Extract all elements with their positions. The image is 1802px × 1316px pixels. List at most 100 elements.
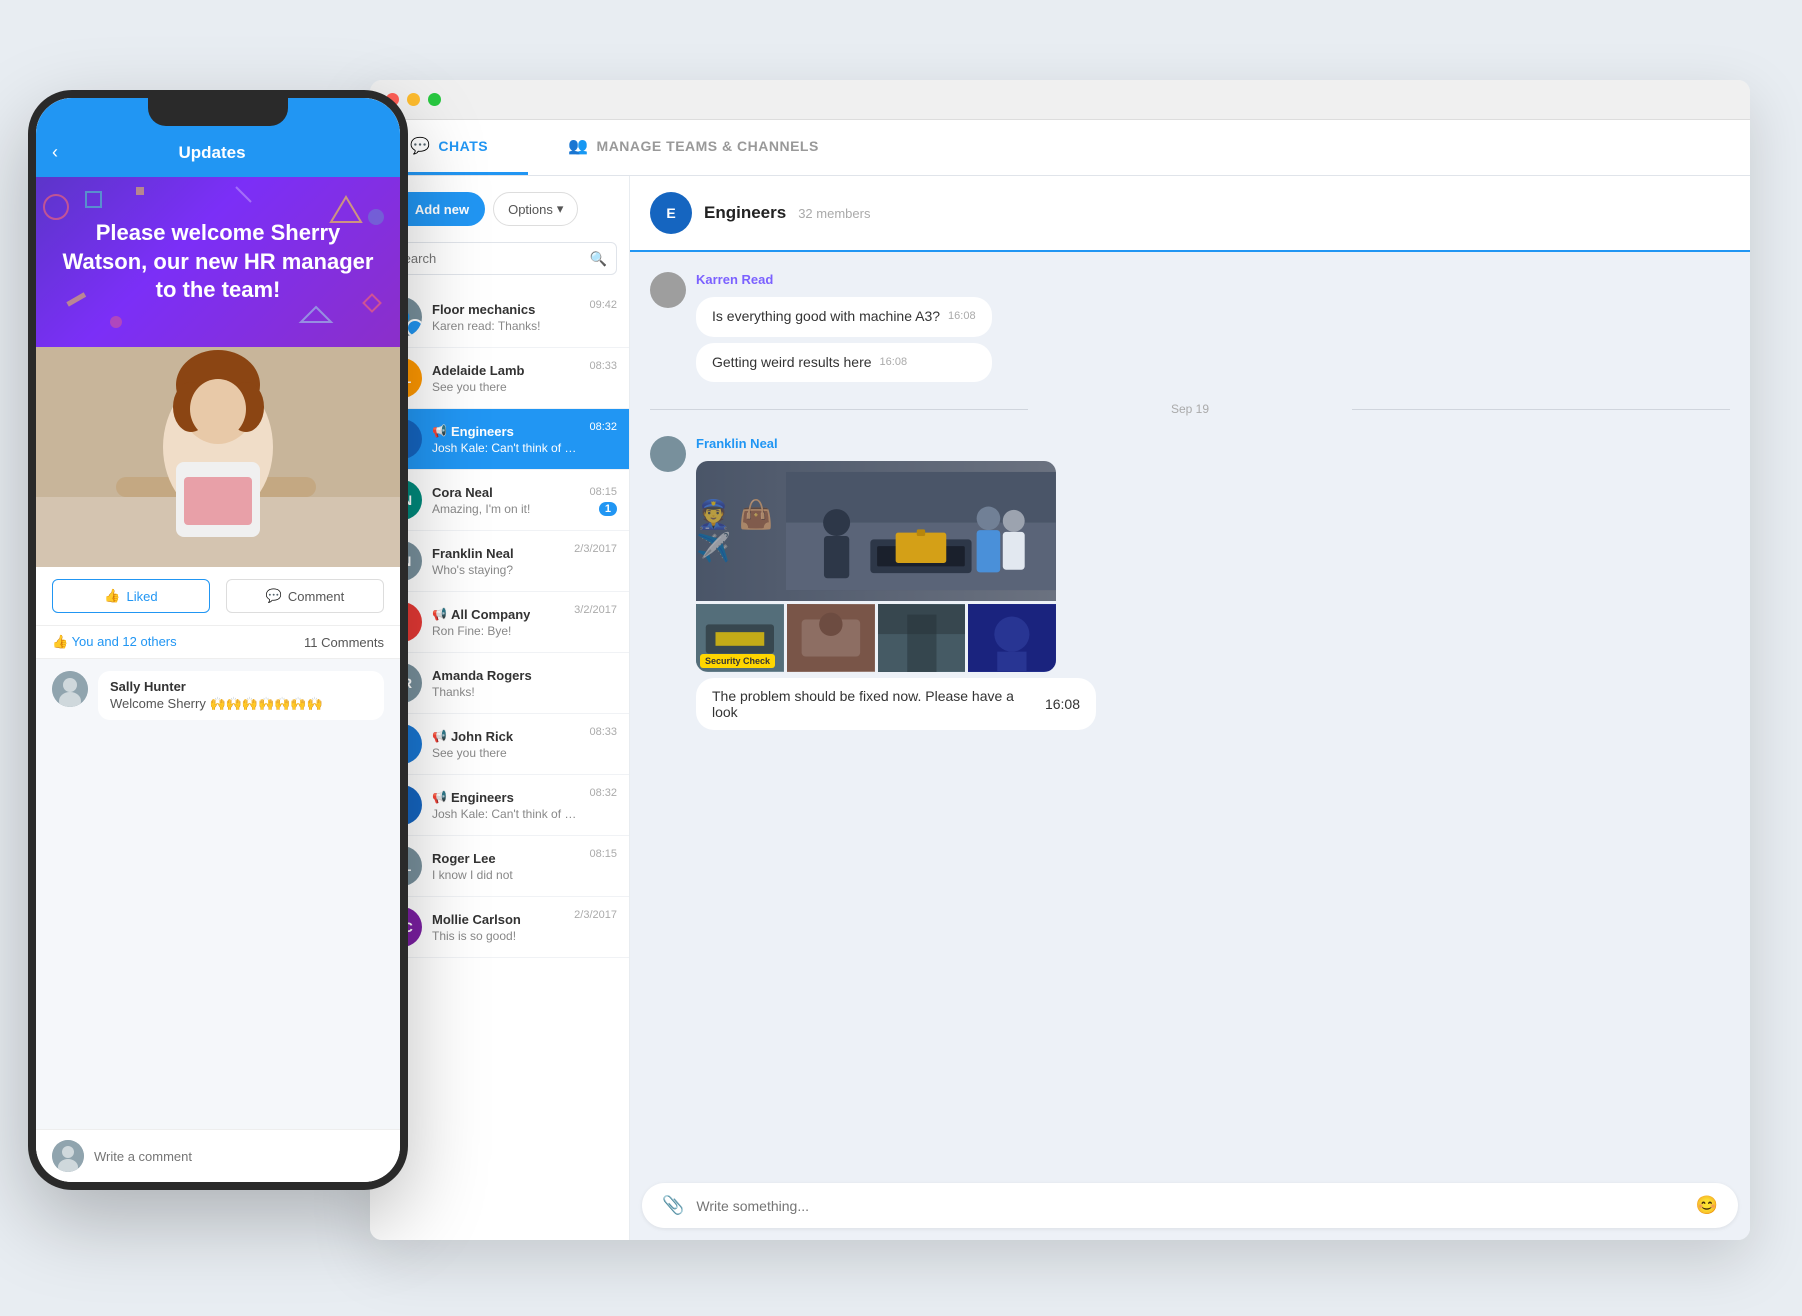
megaphone-icon: 📢 [432,729,447,743]
message-timestamp: 16:08 [948,309,976,324]
messages-area: Karren Read Is everything good with mach… [630,252,1750,1171]
chat-header-members: 32 members [798,206,870,221]
chat-name: Roger Lee [432,851,496,866]
phone-photo [36,347,400,567]
chat-preview: Karen read: Thanks! [432,319,579,333]
list-item[interactable]: CN Cora Neal Amazing, I'm on it! 08:15 1 [370,470,629,531]
search-icon: 🔍 [590,250,607,267]
chat-preview: See you there [432,746,579,760]
back-button[interactable]: ‹ [52,142,58,163]
chat-list: 👥 Floor mechanics Karen read: Thanks! 09… [370,287,629,1240]
like-button[interactable]: 👍 Liked [52,579,210,613]
chat-info: Roger Lee I know I did not [432,851,579,882]
list-item[interactable]: FN Franklin Neal Who's staying? 2/3/2017 [370,531,629,592]
chat-time: 08:33 [589,726,617,738]
list-item[interactable]: E 📢 Engineers Josh Kale: Can't think of … [370,775,629,836]
list-item[interactable]: AL Adelaide Lamb See you there 08:33 [370,348,629,409]
tab-teams[interactable]: 👥 MANAGE TEAMS & CHANNELS [528,120,859,175]
message-bubble: The problem should be fixed now. Please … [696,678,1096,730]
photo-placeholder [36,347,400,567]
chat-icon: 💬 [410,136,430,156]
attach-icon[interactable]: 📎 [662,1195,684,1216]
message-timestamp: 16:08 [1045,696,1080,712]
options-button[interactable]: Options ▾ [493,192,578,226]
chat-time: 2/3/2017 [574,543,617,555]
message-group: Franklin Neal [650,436,1730,730]
write-comment-bar [36,1129,400,1182]
date-separator: Sep 19 [650,402,1730,416]
tabs-bar: 💬 CHATS 👥 MANAGE TEAMS & CHANNELS [370,120,1750,176]
chat-preview: Josh Kale: Can't think of any [432,807,579,821]
image-thumbnails: Security Check [696,604,1056,672]
comment-button[interactable]: 💬 Comment [226,579,384,613]
chat-preview: I know I did not [432,868,579,882]
reactions-row: 👍 You and 12 others 11 Comments [36,626,400,659]
message-input[interactable] [696,1198,1683,1214]
minimize-button[interactable] [407,93,420,106]
phone-notch [148,98,288,126]
list-item[interactable]: 👥 📢 All Company Ron Fine: Bye! 3/2/2017 [370,592,629,653]
list-item[interactable]: E 📢 Engineers Josh Kale: Can't think of … [370,409,629,470]
comment-avatar [52,671,88,707]
reactions-count: 👍 You and 12 others [52,634,177,650]
list-item[interactable]: 📢 📢 John Rick See you there 08:33 [370,714,629,775]
chat-name: Adelaide Lamb [432,363,524,378]
search-input[interactable] [382,242,617,275]
chat-info: 📢 Engineers Josh Kale: Can't think of an… [432,790,579,821]
comments-count: 11 Comments [304,635,384,650]
comment-icon: 💬 [266,588,282,604]
chat-name: Engineers [451,790,514,805]
chat-preview: Amazing, I'm on it! [432,502,579,516]
window-content: 💬 CHATS 👥 MANAGE TEAMS & CHANNELS ⊕ Add … [370,120,1750,1240]
list-item[interactable]: RL Roger Lee I know I did not 08:15 [370,836,629,897]
megaphone-icon: 📢 [432,607,447,621]
phone-actions: 👍 Liked 💬 Comment [36,567,400,626]
teams-icon: 👥 [568,136,588,156]
message-bubbles: Franklin Neal [696,436,1096,730]
chat-info: Mollie Carlson This is so good! [432,912,564,943]
maximize-button[interactable] [428,93,441,106]
megaphone-icon: 📢 [432,424,447,438]
chat-info: Franklin Neal Who's staying? [432,546,564,577]
chat-name: Mollie Carlson [432,912,521,927]
comments-section: Sally Hunter Welcome Sherry 🙌🙌🙌🙌🙌🙌🙌 [36,659,400,1129]
chat-info: 📢 Engineers Josh Kale: Can't think of an… [432,424,579,455]
message-group: Karren Read Is everything good with mach… [650,272,1730,382]
chat-name: Floor mechanics [432,302,535,317]
security-check-badge: Security Check [700,654,775,668]
chat-time: 09:42 [589,299,617,311]
search-box: 🔍 [382,242,617,275]
chat-name: John Rick [451,729,513,744]
message-avatar [650,272,686,308]
chat-preview: Thanks! [432,685,607,699]
chat-time: 08:32 [589,787,617,799]
image-gallery: Security Check [696,461,1056,672]
list-item[interactable]: 👥 Floor mechanics Karen read: Thanks! 09… [370,287,629,348]
comment-body: Sally Hunter Welcome Sherry 🙌🙌🙌🙌🙌🙌🙌 [98,671,384,720]
chevron-down-icon: ▾ [557,201,564,217]
chat-name: Amanda Rogers [432,668,532,683]
phone-inner: ‹ Updates [36,98,400,1182]
chat-info: Adelaide Lamb See you there [432,363,579,394]
write-comment-input[interactable] [94,1149,384,1164]
thumbnail-image [787,604,875,672]
desktop-window: 💬 CHATS 👥 MANAGE TEAMS & CHANNELS ⊕ Add … [370,80,1750,1240]
phone-banner: Please welcome Sherry Watson, our new HR… [36,177,400,347]
chat-time: 08:32 [589,421,617,433]
phone-header-title: Updates [70,143,354,163]
list-item[interactable]: MC Mollie Carlson This is so good! 2/3/2… [370,897,629,958]
message-input-bar: 📎 😊 [642,1183,1738,1228]
main-layout: ⊕ Add new Options ▾ 🔍 👥 [370,176,1750,1240]
emoji-icon[interactable]: 😊 [1696,1195,1718,1216]
thumbs-up-icon: 👍 [104,588,120,604]
security-scene-image [696,461,1056,601]
comment-author: Sally Hunter [110,679,372,694]
write-comment-avatar [52,1140,84,1172]
window-titlebar [370,80,1750,120]
list-item[interactable]: AR Amanda Rogers Thanks! [370,653,629,714]
banner-text: Please welcome Sherry Watson, our new HR… [56,219,380,305]
tab-teams-label: MANAGE TEAMS & CHANNELS [597,138,819,154]
chat-time: 08:15 [589,848,617,860]
chat-info: 📢 All Company Ron Fine: Bye! [432,607,564,638]
chat-preview: Who's staying? [432,563,564,577]
